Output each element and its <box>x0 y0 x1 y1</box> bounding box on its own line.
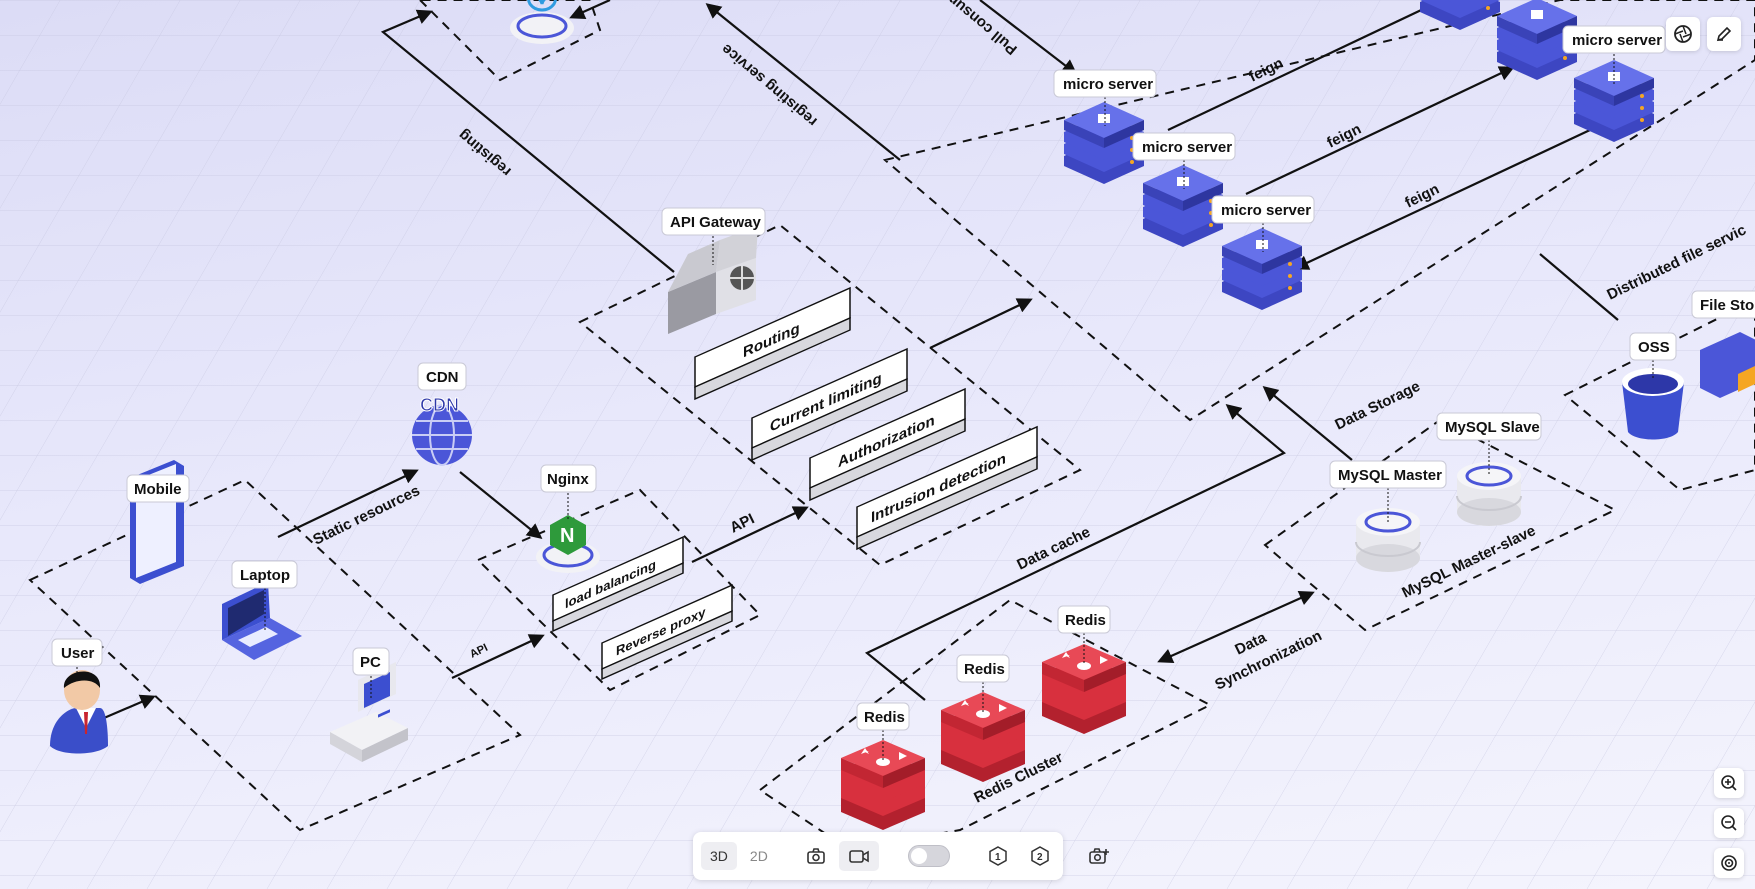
mysql-slave-icon <box>1455 460 1523 528</box>
fit-view-button[interactable] <box>1714 848 1744 878</box>
node-label-cdn: CDN <box>417 362 467 391</box>
bottom-toolbar: 3D 2D 1 2 <box>693 832 1109 880</box>
edit-button[interactable] <box>1707 17 1741 51</box>
node-label-file-storage: File Stor <box>1691 290 1755 319</box>
svg-text:N: N <box>560 525 574 547</box>
svg-text:micro server: micro server <box>1142 139 1232 156</box>
zoom-in-button[interactable] <box>1714 768 1744 798</box>
svg-text:OSS: OSS <box>1638 339 1670 356</box>
svg-text:micro server: micro server <box>1572 32 1662 49</box>
svg-text:micro server: micro server <box>1063 76 1153 93</box>
svg-text:PC: PC <box>360 654 381 671</box>
zoom-out-button[interactable] <box>1714 808 1744 838</box>
record-button[interactable] <box>838 841 879 871</box>
svg-text:Redis: Redis <box>1065 612 1106 629</box>
toggle-switch <box>907 845 950 867</box>
svg-text:MySQL Master: MySQL Master <box>1338 467 1442 484</box>
svg-text:CDN: CDN <box>426 369 459 386</box>
svg-text:MySQL Slave: MySQL Slave <box>1445 419 1540 436</box>
oss-bucket-icon <box>1622 368 1684 440</box>
svg-text:micro server: micro server <box>1221 202 1311 219</box>
svg-text:2: 2 <box>1037 852 1043 863</box>
svg-text:1: 1 <box>995 852 1001 863</box>
svg-text:User: User <box>61 645 95 662</box>
target-icon <box>1721 855 1737 871</box>
video-icon <box>849 850 869 863</box>
svg-text:Laptop: Laptop <box>240 567 290 584</box>
step-2-button[interactable]: 2 <box>1021 840 1059 872</box>
redis-1-icon <box>841 740 925 830</box>
hexagon-2-icon: 2 <box>1031 846 1049 866</box>
node-label-mobile: Mobile <box>126 474 190 503</box>
capture-button[interactable] <box>1079 841 1119 871</box>
view-3d-button[interactable]: 3D <box>701 842 737 870</box>
aperture-icon <box>1674 25 1692 43</box>
zoom-in-icon <box>1721 775 1737 791</box>
zoom-out-icon <box>1721 815 1737 831</box>
redis-2-icon <box>941 692 1025 782</box>
svg-text:Nginx: Nginx <box>547 471 589 488</box>
mode-toggle[interactable] <box>899 839 959 873</box>
step-1-button[interactable]: 1 <box>979 840 1017 872</box>
architecture-diagram: Static resources API API registing regis… <box>0 0 1755 889</box>
hexagon-1-icon: 1 <box>989 846 1007 866</box>
svg-text:File Stor: File Stor <box>1700 297 1755 314</box>
svg-text:Redis: Redis <box>864 709 905 726</box>
pencil-icon <box>1716 26 1732 42</box>
svg-text:API Gateway: API Gateway <box>670 214 762 231</box>
svg-text:Redis: Redis <box>964 661 1005 678</box>
camera-icon <box>807 848 825 864</box>
screenshot-button[interactable] <box>797 841 835 871</box>
camera-plus-icon <box>1089 848 1109 864</box>
view-2d-button[interactable]: 2D <box>741 842 777 870</box>
aperture-button[interactable] <box>1666 17 1700 51</box>
svg-text:CDN: CDN <box>420 395 459 415</box>
svg-text:Mobile: Mobile <box>134 481 182 498</box>
